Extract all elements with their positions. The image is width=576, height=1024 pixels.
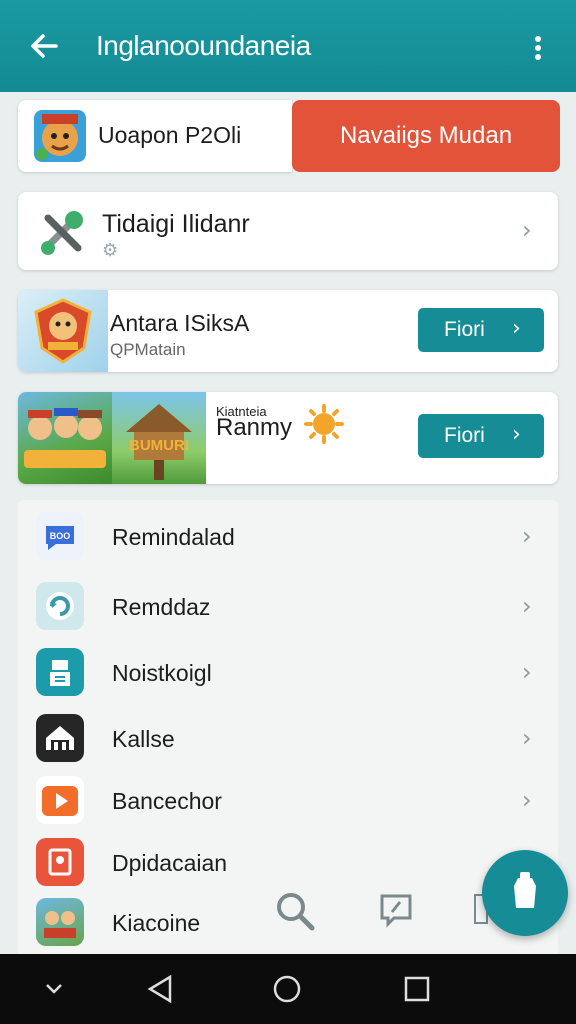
edit-icon[interactable] bbox=[378, 892, 414, 928]
list-item-label: Kiacoine bbox=[112, 910, 201, 936]
list-item[interactable]: Remddaz › bbox=[18, 576, 558, 636]
app-bar: Inglanooundaneia bbox=[0, 0, 576, 92]
list-item-label: Bancechor bbox=[112, 788, 222, 814]
open-button[interactable]: Fiori › bbox=[418, 308, 544, 352]
more-vert-icon[interactable] bbox=[530, 36, 546, 64]
game-name: Antara ISiksA bbox=[110, 310, 250, 336]
app-list: BOO Remindalad › Remddaz › Noistkoigl › … bbox=[18, 500, 558, 954]
svg-text:BOO: BOO bbox=[50, 531, 71, 541]
chevron-right-icon: › bbox=[512, 316, 521, 341]
shopping-bag-icon bbox=[514, 872, 536, 908]
game-art-characters bbox=[18, 392, 112, 484]
chevron-right-icon: › bbox=[522, 592, 532, 620]
list-item[interactable]: Bancechor › bbox=[18, 770, 558, 830]
tool-name: Tidaigi Ilidanr bbox=[102, 210, 250, 238]
chevron-right-icon: › bbox=[522, 724, 532, 752]
play-icon bbox=[36, 776, 84, 824]
list-item[interactable]: BOO Remindalad › bbox=[18, 506, 558, 566]
chevron-right-icon: › bbox=[522, 216, 532, 244]
refresh-icon bbox=[36, 582, 84, 630]
game-logo-icon bbox=[34, 110, 86, 162]
tools-icon bbox=[41, 211, 83, 255]
search-icon[interactable] bbox=[274, 890, 316, 932]
chevron-right-icon: › bbox=[522, 522, 532, 550]
home-circle-icon[interactable] bbox=[272, 974, 302, 1004]
tool-card[interactable]: Tidaigi Ilidanr ⚙ › bbox=[18, 192, 558, 270]
recents-square-icon[interactable] bbox=[404, 976, 430, 1002]
chevron-down-icon[interactable] bbox=[44, 982, 64, 996]
chat-icon: BOO bbox=[36, 512, 84, 560]
open-button[interactable]: Fiori › bbox=[418, 414, 544, 458]
treehouse-icon: BUMURI bbox=[126, 404, 192, 480]
promo-cta-button[interactable]: Navaiigs Mudan bbox=[292, 100, 560, 172]
home-icon bbox=[36, 714, 84, 762]
shield-mascot-icon bbox=[34, 298, 92, 364]
promo-card: Uoapon P2Oli Navaiigs Mudan bbox=[18, 100, 560, 172]
list-item-label: Remindalad bbox=[112, 524, 235, 550]
game-subtitle: QPMatain bbox=[110, 340, 186, 359]
open-button-label: Fiori bbox=[444, 424, 485, 447]
list-item-label: Remddaz bbox=[112, 594, 211, 620]
sun-badge-icon bbox=[304, 404, 344, 444]
list-item-label: Kallse bbox=[112, 726, 175, 752]
chevron-right-icon: › bbox=[512, 422, 521, 447]
list-item-label: Dpidacaian bbox=[112, 850, 228, 876]
badge-icon bbox=[36, 838, 84, 886]
robot-icon bbox=[36, 648, 84, 696]
game-card[interactable]: Antara ISiksA QPMatain Fiori › bbox=[18, 290, 558, 372]
list-item[interactable]: Dpidacaian bbox=[18, 832, 558, 892]
gear-icon: ⚙ bbox=[102, 240, 119, 260]
back-triangle-icon[interactable] bbox=[146, 974, 174, 1004]
app-title: Inglanooundaneia bbox=[96, 30, 311, 61]
promo-left[interactable]: Uoapon P2Oli bbox=[18, 100, 292, 172]
fab-button[interactable] bbox=[482, 850, 568, 936]
list-item[interactable]: Noistkoigl › bbox=[18, 642, 558, 702]
game-thumbnail-icon bbox=[36, 898, 84, 946]
chevron-right-icon: › bbox=[522, 786, 532, 814]
system-nav-bar bbox=[0, 954, 576, 1024]
game-card[interactable]: BUMURI Kiatnteia Ranmy Fiori › bbox=[18, 392, 558, 484]
game-art bbox=[18, 290, 108, 372]
characters-icon bbox=[24, 408, 106, 468]
list-item-label: Noistkoigl bbox=[112, 660, 212, 686]
arrow-left-icon[interactable] bbox=[26, 28, 62, 64]
open-button-label: Fiori bbox=[444, 318, 485, 341]
chevron-right-icon: › bbox=[522, 658, 532, 686]
art-text: BUMURI bbox=[129, 437, 189, 454]
game-name: Ranmy bbox=[216, 414, 293, 441]
list-item[interactable]: Kallse › bbox=[18, 708, 558, 768]
game-art-house: BUMURI bbox=[112, 392, 206, 484]
promo-name: Uoapon P2Oli bbox=[98, 122, 242, 148]
